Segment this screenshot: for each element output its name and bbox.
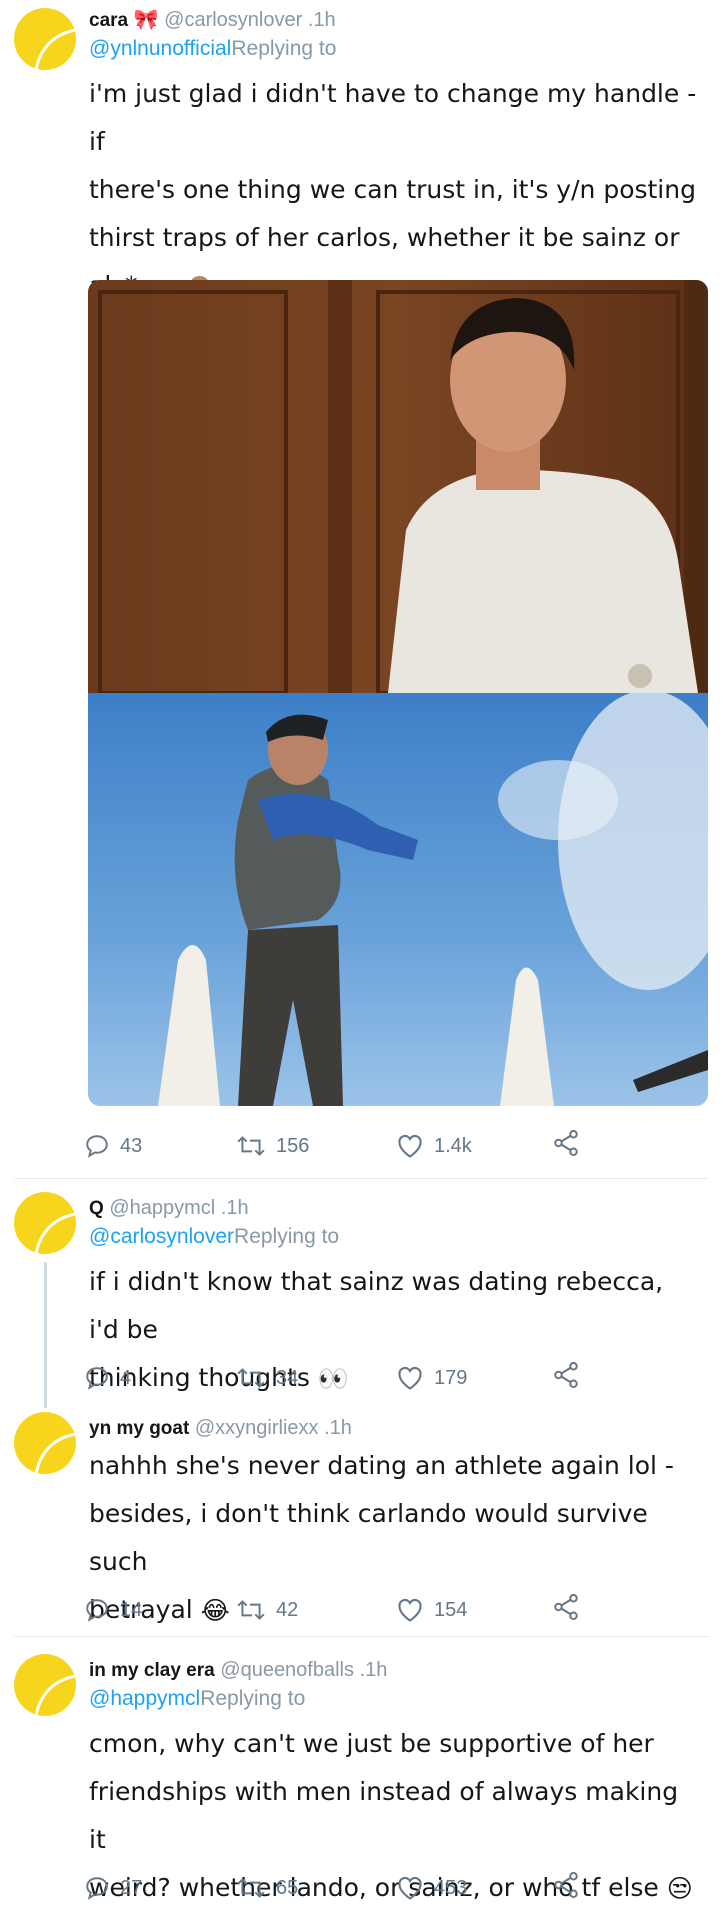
avatar[interactable] bbox=[14, 1412, 76, 1474]
tweet-actions: 4 34 179 bbox=[84, 1358, 604, 1398]
like-count: 179 bbox=[434, 1366, 468, 1389]
tweet-header: in my clay era @queenofballs .1h bbox=[89, 1658, 387, 1683]
timestamp[interactable]: .1h bbox=[308, 9, 336, 31]
tweet-actions: 27 65 453 bbox=[84, 1868, 604, 1908]
user-handle[interactable]: @happymcl bbox=[109, 1197, 215, 1219]
thread-line bbox=[44, 1262, 47, 1408]
retweet-icon bbox=[237, 1600, 265, 1620]
tweet-text: i'm just glad i didn't have to change my… bbox=[89, 70, 699, 311]
avatar[interactable] bbox=[14, 8, 76, 70]
reply-icon bbox=[86, 1599, 108, 1622]
tweet-line: i'm just glad i didn't have to change my… bbox=[89, 79, 697, 156]
like-icon bbox=[398, 1366, 422, 1390]
photo-bottom bbox=[88, 690, 708, 1106]
share-button[interactable] bbox=[551, 1360, 581, 1395]
like-button[interactable]: 179 bbox=[396, 1358, 467, 1398]
tweet-line: nahhh she's never dating an athlete agai… bbox=[89, 1451, 674, 1480]
user-handle[interactable]: @xxyngirliexx bbox=[195, 1417, 319, 1439]
reply-icon bbox=[86, 1135, 108, 1158]
timestamp[interactable]: .1h bbox=[360, 1659, 388, 1681]
reply-button[interactable]: 27 bbox=[84, 1868, 142, 1908]
reply-icon bbox=[86, 1877, 108, 1900]
avatar[interactable] bbox=[14, 1192, 76, 1254]
retweet-button[interactable]: 34 bbox=[236, 1358, 298, 1398]
like-button[interactable]: 154 bbox=[396, 1590, 467, 1630]
like-count: 154 bbox=[434, 1598, 468, 1621]
tweet-actions: 14 42 154 bbox=[84, 1590, 604, 1630]
reply-count: 27 bbox=[120, 1876, 143, 1899]
user-handle[interactable]: @queenofballs bbox=[220, 1659, 354, 1681]
retweet-button[interactable]: 65 bbox=[236, 1868, 298, 1908]
tweet-line: cmon, why can't we just be supportive of… bbox=[89, 1729, 654, 1758]
retweet-count: 34 bbox=[276, 1366, 299, 1389]
user-handle[interactable]: @carlosynlover bbox=[164, 9, 302, 31]
display-name[interactable]: Q bbox=[89, 1198, 104, 1219]
photo-collage bbox=[88, 280, 708, 1106]
tweet-line: besides, i don't think carlando would su… bbox=[89, 1499, 648, 1576]
replying-to: @ynlnunofficialReplying to bbox=[89, 36, 336, 62]
avatar[interactable] bbox=[14, 1654, 76, 1716]
retweet-count: 65 bbox=[276, 1876, 299, 1899]
timestamp[interactable]: .1h bbox=[221, 1197, 249, 1219]
reply-mention[interactable]: @carlosynlover bbox=[89, 1225, 234, 1248]
share-icon bbox=[554, 1872, 578, 1898]
share-button[interactable] bbox=[551, 1870, 581, 1905]
share-icon bbox=[554, 1594, 578, 1620]
retweet-button[interactable]: 156 bbox=[236, 1126, 309, 1166]
display-name[interactable]: cara bbox=[89, 10, 128, 31]
replying-to: @happymclReplying to bbox=[89, 1686, 305, 1712]
like-icon bbox=[398, 1598, 422, 1622]
divider bbox=[14, 1636, 709, 1637]
tweet-actions: 43 156 1.4k bbox=[84, 1126, 604, 1166]
reply-button[interactable]: 14 bbox=[84, 1590, 142, 1630]
retweet-icon bbox=[237, 1878, 265, 1898]
share-button[interactable] bbox=[551, 1592, 581, 1627]
reply-mention[interactable]: @ynlnunofficial bbox=[89, 37, 231, 60]
replying-to: @carlosynloverReplying to bbox=[89, 1224, 339, 1250]
tweet-line: friendships with men instead of always m… bbox=[89, 1777, 679, 1854]
like-button[interactable]: 453 bbox=[396, 1868, 467, 1908]
tweet-line: there's one thing we can trust in, it's … bbox=[89, 175, 696, 204]
reply-icon bbox=[86, 1367, 108, 1390]
tweet-header: cara 🎀 @carlosynlover .1h bbox=[89, 8, 336, 33]
replying-label: Replying to bbox=[234, 1225, 340, 1248]
retweet-icon bbox=[237, 1136, 265, 1156]
reply-mention[interactable]: @happymcl bbox=[89, 1687, 200, 1710]
tweet-line: thirst traps of her carlos, whether it b… bbox=[89, 223, 680, 252]
reply-count: 14 bbox=[120, 1598, 143, 1621]
reply-count: 4 bbox=[120, 1366, 132, 1389]
retweet-count: 42 bbox=[276, 1598, 299, 1621]
tweet-header: Q @happymcl .1h bbox=[89, 1196, 249, 1221]
share-icon bbox=[554, 1362, 578, 1388]
display-name[interactable]: in my clay era bbox=[89, 1660, 215, 1681]
tweet-header: yn my goat @xxyngirliexx .1h bbox=[89, 1416, 352, 1441]
like-icon bbox=[398, 1876, 422, 1900]
share-button[interactable] bbox=[551, 1128, 581, 1163]
like-count: 1.4k bbox=[434, 1134, 472, 1157]
retweet-button[interactable]: 42 bbox=[236, 1590, 298, 1630]
unamused-emoji: 😒 bbox=[666, 1874, 693, 1903]
retweet-count: 156 bbox=[276, 1134, 310, 1157]
timestamp[interactable]: .1h bbox=[324, 1417, 352, 1439]
retweet-icon bbox=[237, 1368, 265, 1388]
photo-top bbox=[88, 280, 708, 695]
like-icon bbox=[398, 1134, 422, 1158]
tweet-media[interactable] bbox=[88, 280, 708, 1106]
bow-emoji: 🎀 bbox=[133, 9, 159, 31]
tweet-line: if i didn't know that sainz was dating r… bbox=[89, 1267, 664, 1344]
replying-label: Replying to bbox=[200, 1687, 306, 1710]
reply-button[interactable]: 4 bbox=[84, 1358, 131, 1398]
divider bbox=[14, 1178, 709, 1179]
replying-label: Replying to bbox=[231, 37, 337, 60]
reply-count: 43 bbox=[120, 1134, 143, 1157]
reply-button[interactable]: 43 bbox=[84, 1126, 142, 1166]
like-button[interactable]: 1.4k bbox=[396, 1126, 472, 1166]
like-count: 453 bbox=[434, 1876, 468, 1899]
share-icon bbox=[554, 1130, 578, 1156]
display-name[interactable]: yn my goat bbox=[89, 1418, 189, 1439]
